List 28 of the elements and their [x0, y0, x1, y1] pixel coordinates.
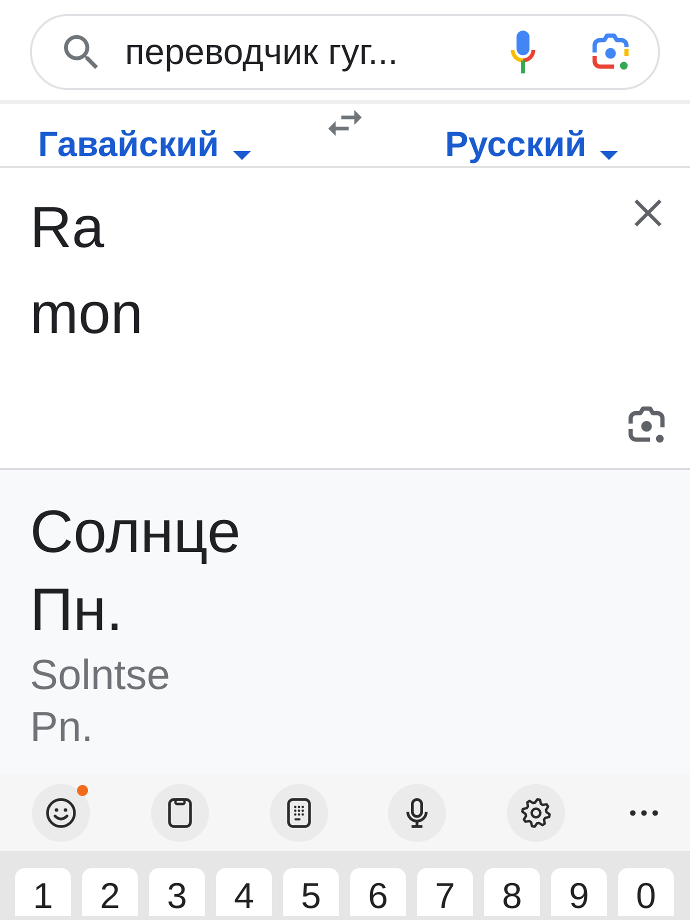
smiley-icon [46, 798, 76, 828]
search-field[interactable]: переводчик гуг... [30, 14, 660, 90]
swap-icon[interactable] [328, 110, 362, 136]
keyboard-key[interactable]: 5 [283, 868, 339, 916]
keyboard-key[interactable]: 2 [82, 868, 138, 916]
translation-text: Солнце Пн. [30, 497, 242, 645]
settings-icon [521, 798, 552, 828]
keyboard-key[interactable]: 4 [216, 868, 272, 916]
transliteration-text: Solntse Pn. [30, 650, 172, 752]
keyboard-key[interactable]: 0 [618, 868, 674, 916]
target-language-button[interactable]: Русский [445, 125, 618, 166]
keyboard-key[interactable]: 7 [417, 868, 473, 916]
keyboard-key[interactable]: 6 [350, 868, 406, 916]
keyboard-key[interactable]: 9 [551, 868, 607, 916]
keyboard-key[interactable]: 3 [149, 868, 205, 916]
search-icon [64, 35, 98, 69]
camera-icon[interactable] [628, 406, 666, 444]
caret-icon [600, 150, 618, 160]
keyboard-key[interactable]: 8 [484, 868, 540, 916]
caret-icon [232, 150, 251, 160]
keyboard-key[interactable]: 1 [15, 868, 71, 916]
emoji-button[interactable] [32, 784, 90, 842]
source-text-field[interactable]: Ra mon [30, 185, 628, 444]
source-language-button[interactable]: Гавайский [38, 125, 251, 166]
microphone-icon[interactable] [510, 30, 536, 74]
more-icon [630, 810, 658, 816]
close-icon[interactable] [634, 199, 662, 227]
camera-icon[interactable] [592, 33, 630, 71]
